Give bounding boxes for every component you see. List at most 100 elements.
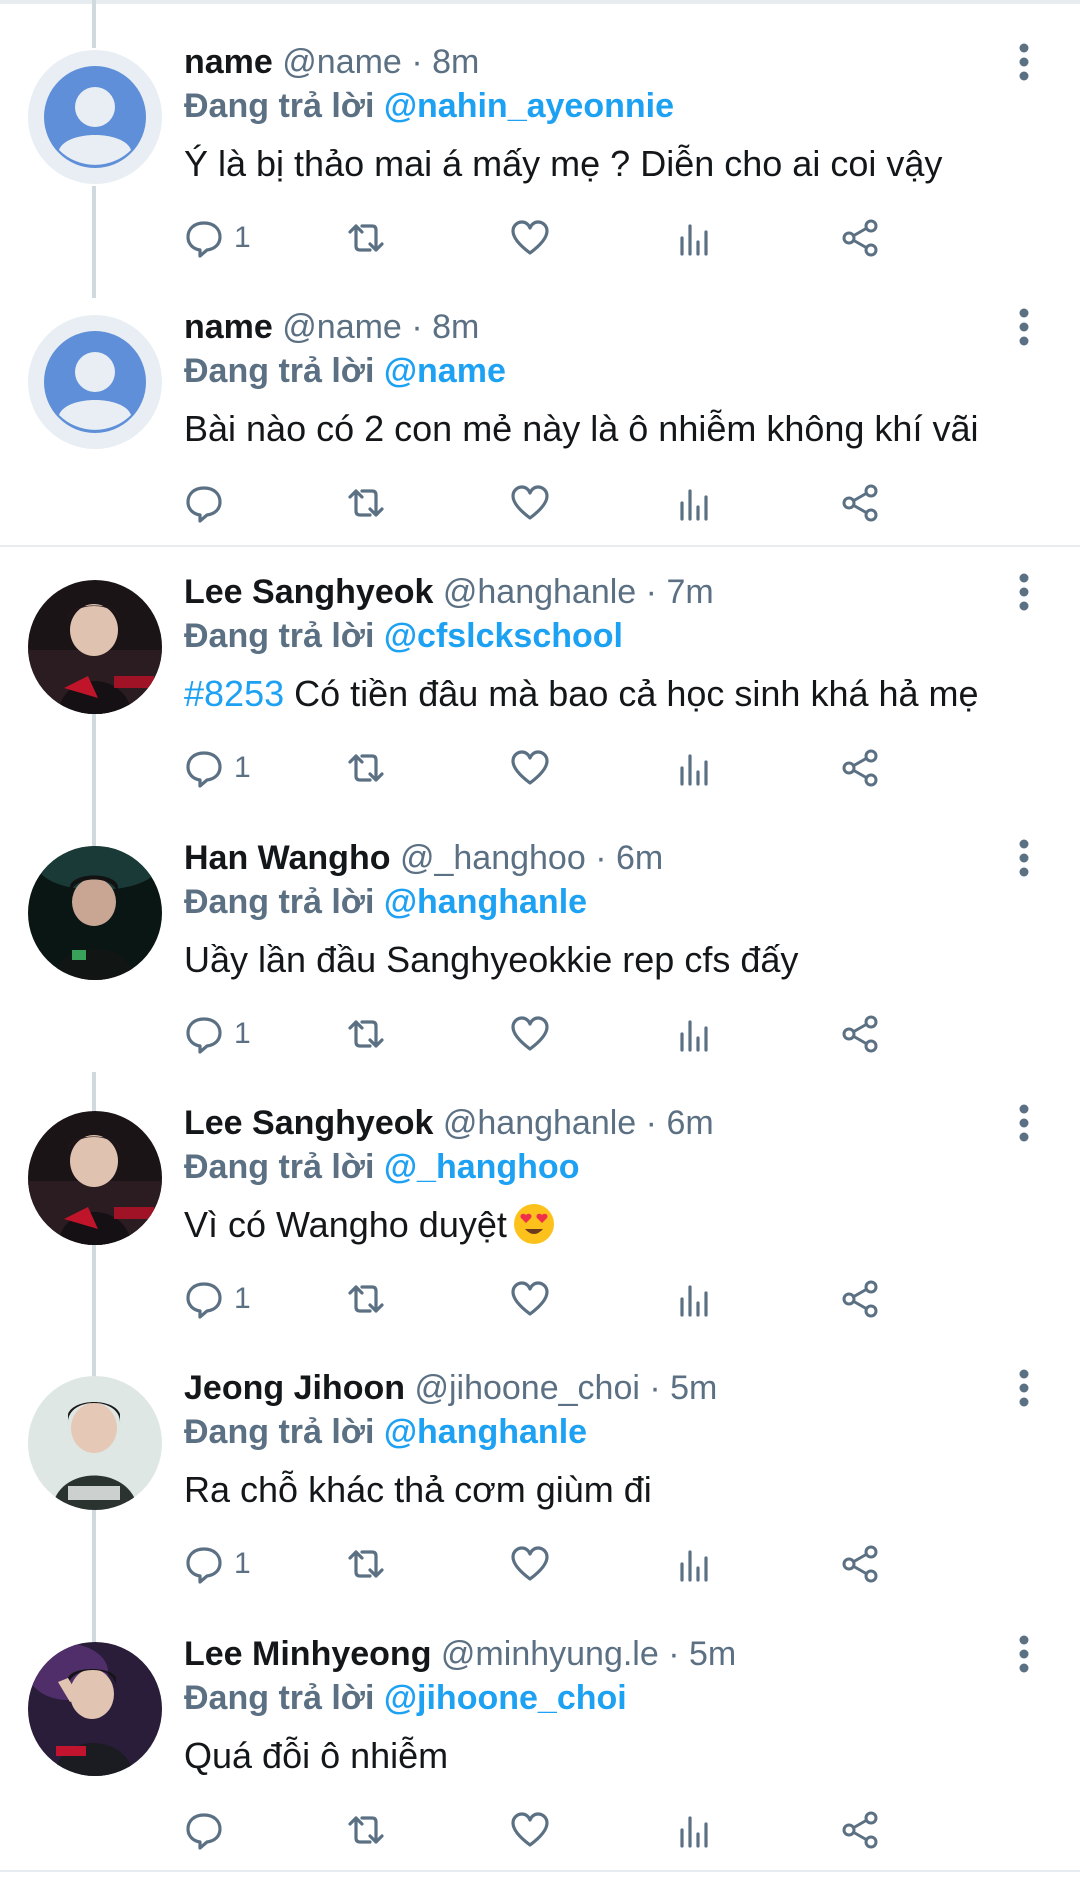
like-button[interactable] [510,1802,550,1858]
display-name[interactable]: Lee Sanghyeok [184,1104,433,1142]
reply-mention[interactable]: @hanghanle [384,1413,587,1451]
analytics-icon [680,224,708,256]
display-name[interactable]: Han Wangho [184,839,391,877]
separator: · [645,573,657,611]
retweet-button[interactable] [344,475,388,531]
share-button[interactable] [840,740,880,796]
share-button[interactable] [840,1006,880,1062]
reply-context: Đang trả lời @jihoone_choi [184,1676,627,1720]
share-button[interactable] [840,1536,880,1592]
like-icon [511,485,549,520]
reply-label: Đang trả lời [184,617,375,655]
reply-mention[interactable]: @hanghanle [384,883,587,921]
retweet-button[interactable] [344,210,388,266]
share-button[interactable] [840,475,880,531]
like-icon [511,1281,549,1316]
like-button[interactable] [510,1006,550,1062]
analytics-button[interactable] [676,1271,716,1327]
tweet[interactable]: name @name · 8m Đang trả lời @nahin_ayeo… [0,0,1080,265]
reply-button[interactable] [184,1802,234,1858]
retweet-icon [348,224,384,252]
separator: · [645,1104,657,1142]
avatar[interactable] [28,846,162,980]
display-name[interactable]: name [184,43,273,81]
more-icon[interactable] [1006,1103,1042,1143]
tweet[interactable]: Han Wangho @_hanghoo · 6m Đang trả lời @… [0,796,1080,1061]
retweet-button[interactable] [344,1802,388,1858]
tweet[interactable]: name @name · 8m Đang trả lời @name Bài n… [0,265,1080,530]
timestamp[interactable]: 6m [616,839,663,877]
share-button[interactable] [840,1271,880,1327]
more-icon[interactable] [1006,1368,1042,1408]
retweet-button[interactable] [344,1536,388,1592]
like-button[interactable] [510,1536,550,1592]
reply-button[interactable]: 1 [184,1006,251,1062]
like-button[interactable] [510,210,550,266]
display-name[interactable]: Jeong Jihoon [184,1369,405,1407]
reply-mention[interactable]: @nahin_ayeonnie [384,87,674,125]
analytics-button[interactable] [676,1802,716,1858]
reply-label: Đang trả lời [184,1148,375,1186]
analytics-button[interactable] [676,475,716,531]
reply-button[interactable]: 1 [184,1536,251,1592]
hashtag[interactable]: #8253 [184,673,284,714]
analytics-button[interactable] [676,740,716,796]
section-divider [0,1870,1080,1872]
like-button[interactable] [510,475,550,531]
retweet-button[interactable] [344,1006,388,1062]
tweet[interactable]: Lee Minhyeong @minhyung.le · 5m Đang trả… [0,1592,1080,1857]
avatar[interactable] [28,1111,162,1245]
like-button[interactable] [510,1271,550,1327]
timestamp[interactable]: 5m [689,1635,736,1673]
reply-button[interactable] [184,475,234,531]
timestamp[interactable]: 6m [666,1104,713,1142]
avatar[interactable] [28,315,162,449]
reply-mention[interactable]: @_hanghoo [384,1148,580,1186]
timestamp[interactable]: 5m [670,1369,717,1407]
more-icon[interactable] [1006,572,1042,612]
reply-mention[interactable]: @cfslckschool [384,617,623,655]
reply-mention[interactable]: @name [384,352,506,390]
reply-mention[interactable]: @jihoone_choi [384,1679,627,1717]
handle[interactable]: @hanghanle [443,573,636,611]
handle[interactable]: @jihoone_choi [414,1369,639,1407]
handle[interactable]: @name [282,308,402,346]
handle[interactable]: @name [282,43,402,81]
more-icon[interactable] [1006,307,1042,347]
reply-button[interactable]: 1 [184,210,251,266]
analytics-button[interactable] [676,1536,716,1592]
action-bar [184,1802,1024,1858]
share-button[interactable] [840,210,880,266]
tweet[interactable]: Lee Sanghyeok @hanghanle · 6m Đang trả l… [0,1061,1080,1326]
more-icon[interactable] [1006,1634,1042,1674]
retweet-button[interactable] [344,1271,388,1327]
like-button[interactable] [510,740,550,796]
analytics-button[interactable] [676,1006,716,1062]
retweet-icon [348,1285,384,1313]
share-button[interactable] [840,1802,880,1858]
avatar[interactable] [28,580,162,714]
tweet-header: name @name · 8m [184,40,479,84]
timestamp[interactable]: 8m [432,308,479,346]
reply-button[interactable]: 1 [184,740,251,796]
more-icon[interactable] [1006,838,1042,878]
avatar[interactable] [28,50,162,184]
handle[interactable]: @minhyung.le [441,1635,659,1673]
display-name[interactable]: Lee Sanghyeok [184,573,433,611]
handle[interactable]: @_hanghoo [400,839,586,877]
retweet-button[interactable] [344,740,388,796]
timestamp[interactable]: 7m [666,573,713,611]
more-icon[interactable] [1006,42,1042,82]
tweet[interactable]: Jeong Jihoon @jihoone_choi · 5m Đang trả… [0,1326,1080,1591]
handle[interactable]: @hanghanle [443,1104,636,1142]
reply-context: Đang trả lời @nahin_ayeonnie [184,84,674,128]
reply-count: 1 [234,1017,251,1050]
avatar[interactable] [28,1376,162,1510]
reply-button[interactable]: 1 [184,1271,251,1327]
analytics-button[interactable] [676,210,716,266]
tweet[interactable]: Lee Sanghyeok @hanghanle · 7m Đang trả l… [0,530,1080,795]
display-name[interactable]: name [184,308,273,346]
avatar[interactable] [28,1642,162,1776]
display-name[interactable]: Lee Minhyeong [184,1635,431,1673]
timestamp[interactable]: 8m [432,43,479,81]
